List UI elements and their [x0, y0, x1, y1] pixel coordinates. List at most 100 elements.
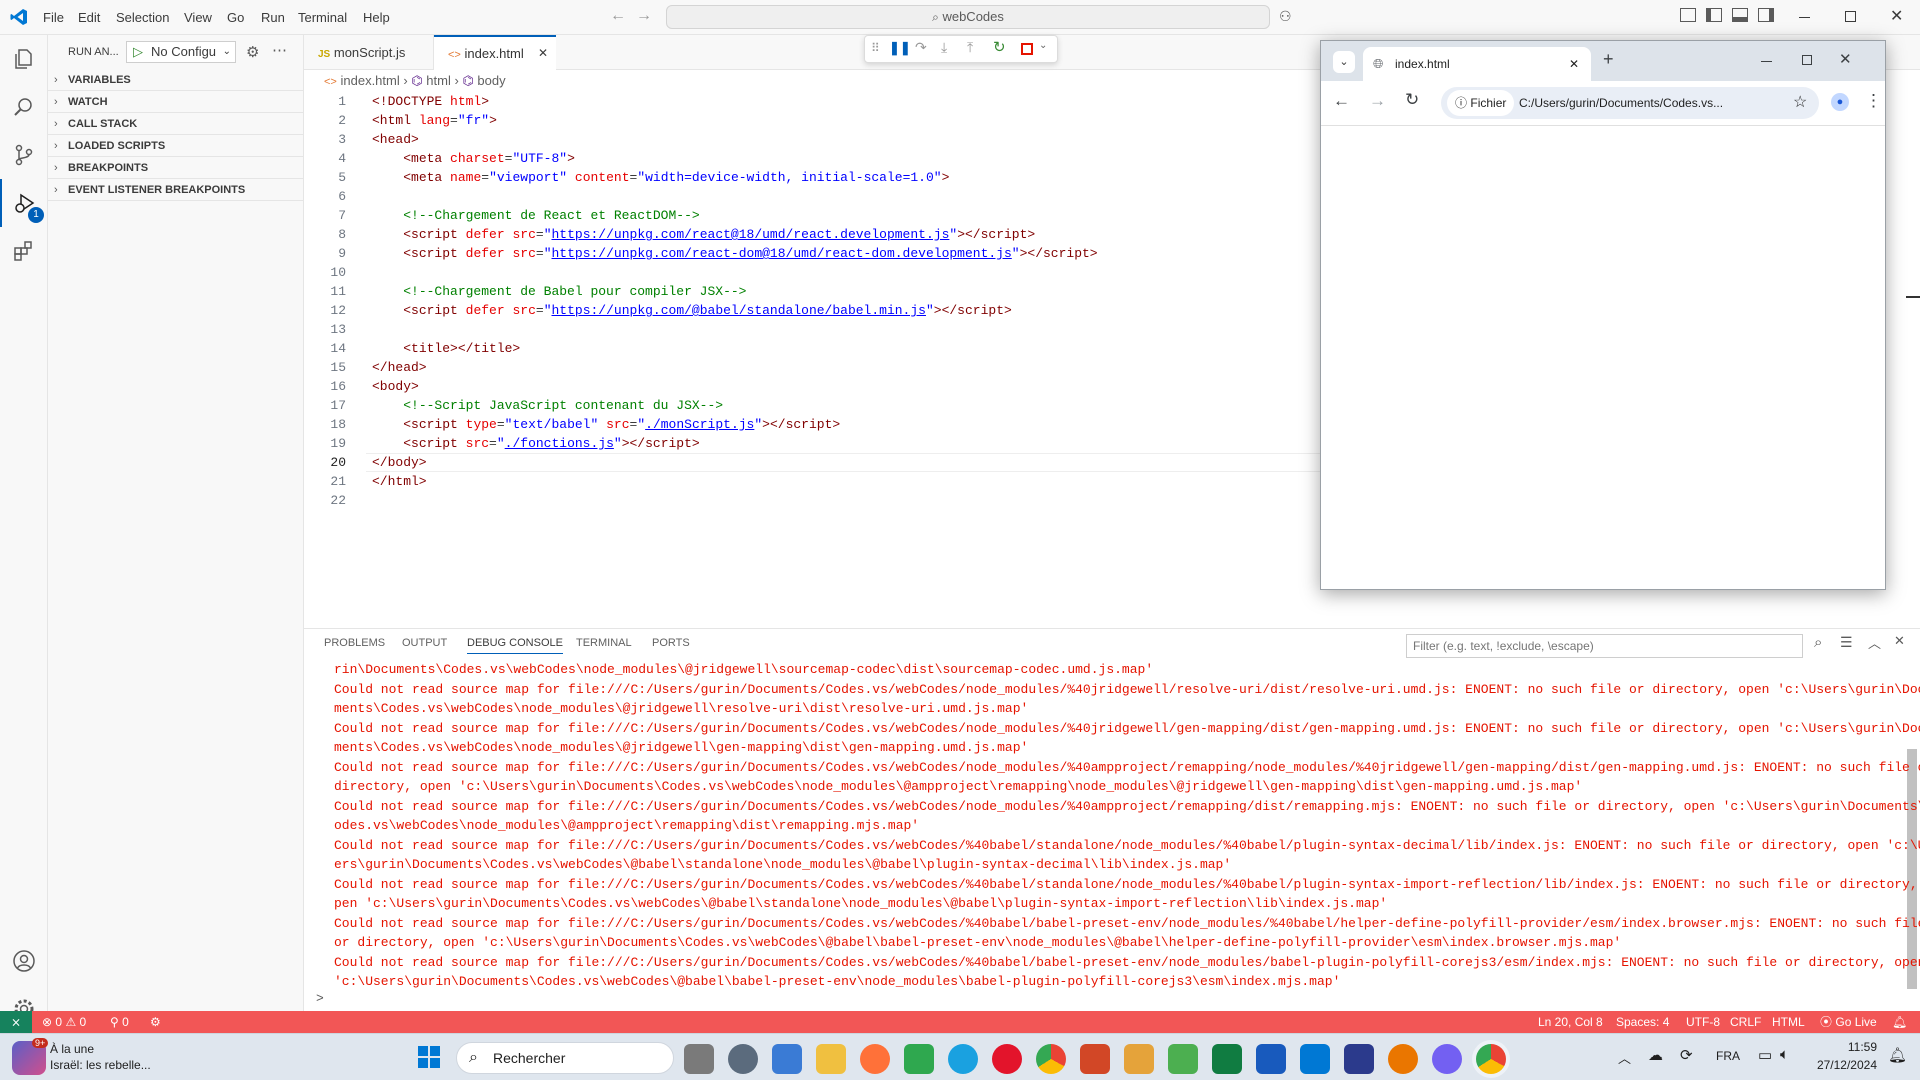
powerpoint-icon[interactable]	[1080, 1044, 1110, 1074]
close-panel-icon[interactable]: ✕	[1894, 633, 1905, 649]
volume-icon[interactable]: 🔈︎	[1780, 1046, 1789, 1063]
clock-date[interactable]: 27/12/2024	[1805, 1058, 1877, 1072]
chrome-active-icon[interactable]	[1476, 1044, 1506, 1074]
network-icon[interactable]: ▭	[1758, 1046, 1772, 1064]
step-into-icon[interactable]: ⤓	[941, 39, 947, 56]
tab-index-html[interactable]: <> index.html ✕	[434, 35, 556, 71]
reload-icon[interactable]: ↻	[1405, 90, 1419, 110]
copilot-icon[interactable]: ⚇	[1279, 8, 1292, 25]
edge-icon[interactable]	[948, 1044, 978, 1074]
word-icon[interactable]	[1256, 1044, 1286, 1074]
menu-run[interactable]: Run	[261, 10, 285, 25]
panel-tab-problems[interactable]: PROBLEMS	[324, 637, 385, 649]
menu-file[interactable]: File	[43, 10, 64, 25]
run-debug-icon[interactable]: 1	[0, 179, 48, 227]
office-app-icon[interactable]	[1124, 1044, 1154, 1074]
close-icon[interactable]: ✕	[1839, 50, 1852, 68]
panel-tab-debug-console[interactable]: DEBUG CONSOLE	[467, 637, 563, 654]
debug-target-icon[interactable]: ⚙	[150, 1011, 161, 1033]
firefox-icon[interactable]	[860, 1044, 890, 1074]
tab-search-icon[interactable]: ⌄	[1333, 51, 1355, 73]
close-icon[interactable]: ✕	[1890, 6, 1903, 26]
debug-config-select[interactable]: ▷ No Configu ⌄	[126, 41, 236, 63]
section-call-stack[interactable]: › CALL STACK	[48, 113, 304, 135]
source-control-icon[interactable]	[0, 131, 48, 179]
clear-console-icon[interactable]: ☰	[1840, 634, 1853, 651]
console-filter-input[interactable]: Filter (e.g. text, !exclude, \escape)	[1406, 634, 1803, 658]
bookmark-star-icon[interactable]: ☆	[1793, 87, 1807, 119]
search-icon[interactable]: ⌕	[1814, 634, 1822, 651]
section-event-listener-breakpoints[interactable]: › EVENT LISTENER BREAKPOINTS	[48, 179, 304, 201]
encoding[interactable]: UTF-8	[1686, 1011, 1720, 1033]
cloud-icon[interactable]: ☁	[1648, 1046, 1663, 1064]
console-prompt[interactable]: >	[316, 991, 324, 1006]
chevron-down-icon[interactable]: ⌄	[1039, 40, 1047, 51]
breadcrumb-file[interactable]: index.html	[340, 73, 399, 88]
opera-icon[interactable]	[992, 1044, 1022, 1074]
panel-tab-output[interactable]: OUTPUT	[402, 637, 447, 649]
toggle-secondary-sidebar-icon[interactable]	[1758, 8, 1774, 22]
problems-indicator[interactable]: ⊗ 0 ⚠ 0	[42, 1011, 86, 1033]
search-view-icon[interactable]	[0, 83, 48, 131]
step-over-icon[interactable]: ↷	[915, 39, 927, 56]
news-title[interactable]: À la une	[50, 1042, 94, 1056]
ports-indicator[interactable]: ⚲ 0	[110, 1011, 129, 1033]
chevron-up-icon[interactable]: ︿	[1618, 1048, 1631, 1067]
extensions-icon[interactable]	[0, 227, 48, 275]
browser-tab[interactable]: 🌐︎ index.html ✕	[1363, 47, 1591, 81]
go-live-button[interactable]: ⦿ Go Live	[1820, 1011, 1877, 1033]
menu-help[interactable]: Help	[363, 10, 390, 25]
minimize-icon[interactable]	[1761, 61, 1772, 62]
back-arrow-icon[interactable]: ←	[1333, 91, 1350, 111]
breadcrumb-html[interactable]: html	[426, 73, 451, 88]
maximize-icon[interactable]	[1845, 11, 1856, 22]
excel-icon[interactable]	[1212, 1044, 1242, 1074]
code-editor[interactable]: 1 2 3 4 5 6 7 8 9 10 11 12 13 14 15 16 1…	[304, 92, 1920, 622]
chrome-icon[interactable]	[1036, 1044, 1066, 1074]
toggle-panel-icon[interactable]	[1732, 8, 1748, 22]
more-actions-icon[interactable]: ⋯	[272, 41, 287, 59]
customize-layout-icon[interactable]	[1680, 8, 1696, 22]
menu-view[interactable]: View	[184, 10, 212, 25]
new-tab-icon[interactable]: +	[1603, 49, 1614, 70]
browser-menu-icon[interactable]: ⋮	[1865, 91, 1882, 111]
accounts-icon[interactable]	[0, 937, 48, 985]
taskbar-search[interactable]: ⌕ Rechercher	[456, 1042, 674, 1074]
section-watch[interactable]: › WATCH	[48, 91, 304, 113]
sync-icon[interactable]: ⟳	[1680, 1046, 1693, 1064]
line-ending[interactable]: CRLF	[1730, 1011, 1761, 1033]
close-tab-icon[interactable]: ✕	[538, 37, 548, 70]
back-arrow-icon[interactable]: ←	[610, 7, 626, 25]
settings-app-icon[interactable]	[728, 1044, 758, 1074]
minimize-icon[interactable]	[1799, 17, 1810, 18]
command-center[interactable]: ⌕ webCodes	[666, 5, 1270, 29]
browser-viewport[interactable]	[1321, 125, 1885, 589]
viber-icon[interactable]	[1432, 1044, 1462, 1074]
news-headline[interactable]: Israël: les rebelle...	[50, 1058, 151, 1072]
profile-avatar[interactable]: ●	[1831, 93, 1849, 111]
panel-tab-terminal[interactable]: TERMINAL	[576, 637, 632, 649]
vscode-taskbar-icon[interactable]	[1300, 1044, 1330, 1074]
section-loaded-scripts[interactable]: › LOADED SCRIPTS	[48, 135, 304, 157]
indentation[interactable]: Spaces: 4	[1616, 1011, 1669, 1033]
cursor-position[interactable]: Ln 20, Col 8	[1538, 1011, 1603, 1033]
notifications-bell-icon[interactable]: 🔔︎	[1892, 1011, 1907, 1033]
section-variables[interactable]: › VARIABLES	[48, 69, 304, 91]
store-icon[interactable]	[772, 1044, 802, 1074]
remote-indicator-icon[interactable]: ⨯	[0, 1011, 32, 1033]
menu-edit[interactable]: Edit	[78, 10, 100, 25]
start-debug-icon[interactable]: ▷	[133, 42, 143, 62]
menu-terminal[interactable]: Terminal	[298, 10, 347, 25]
clock-time[interactable]: 11:59	[1825, 1040, 1877, 1054]
stop-icon[interactable]	[1021, 43, 1033, 55]
address-bar[interactable]: ⓘ Fichier C:/Users/gurin/Documents/Codes…	[1441, 87, 1819, 119]
pause-icon[interactable]: ❚❚	[889, 40, 911, 56]
sheets-app-icon[interactable]	[1168, 1044, 1198, 1074]
language-mode[interactable]: HTML	[1772, 1011, 1805, 1033]
site-info-chip[interactable]: ⓘ Fichier	[1447, 90, 1515, 116]
breadcrumb-body[interactable]: body	[477, 73, 505, 88]
drag-handle-icon[interactable]: ⠿	[871, 41, 880, 55]
windows-start-icon[interactable]	[418, 1046, 440, 1068]
blender-icon[interactable]	[1388, 1044, 1418, 1074]
explorer-icon[interactable]	[0, 35, 48, 83]
